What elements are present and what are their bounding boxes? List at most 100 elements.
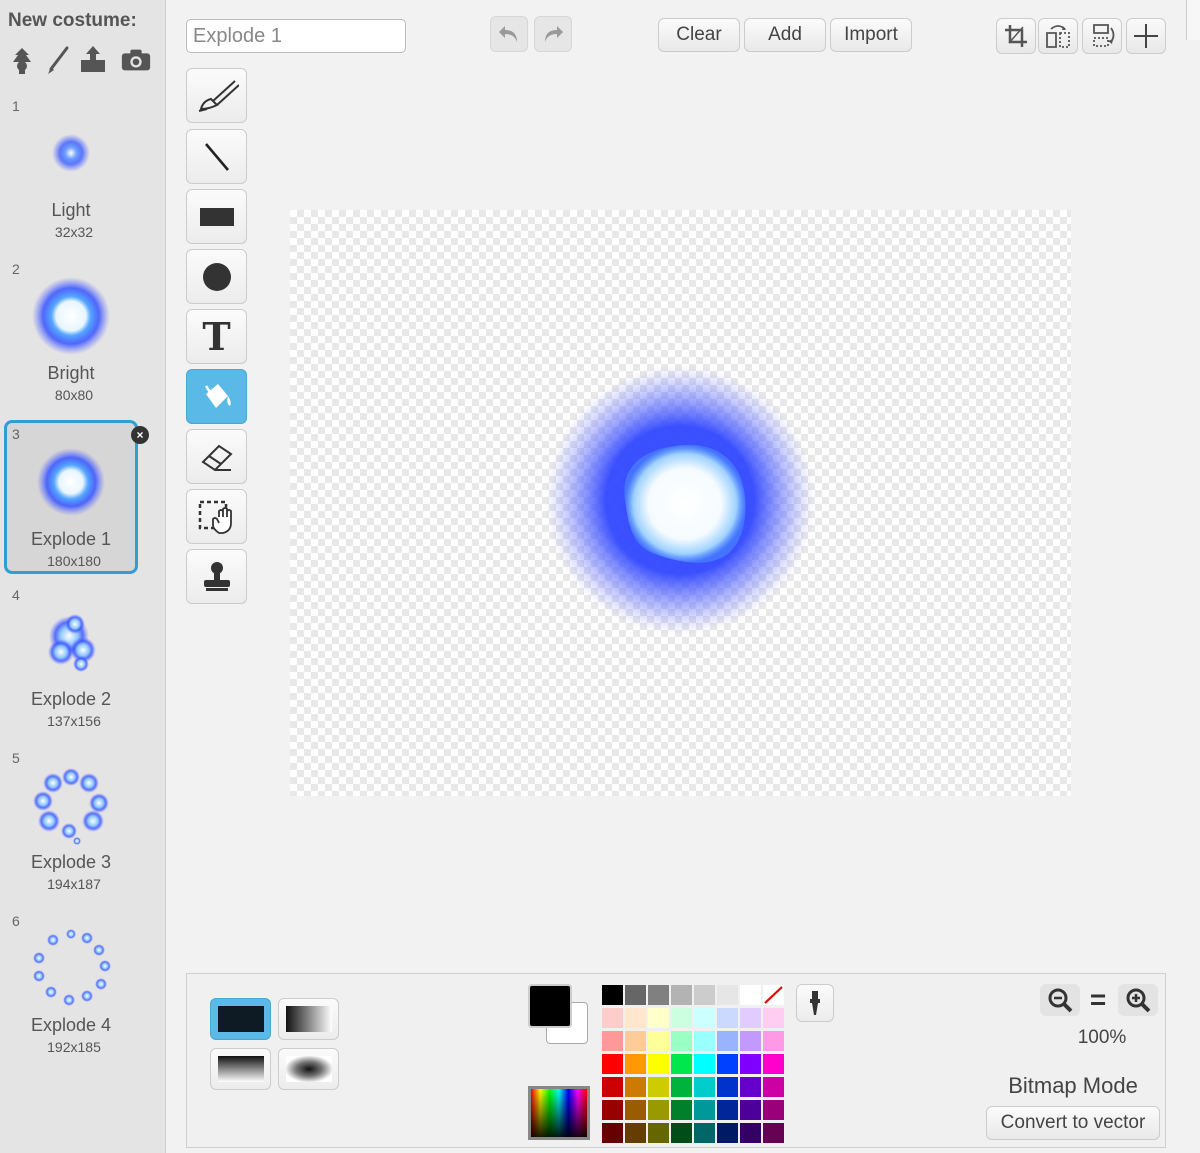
- costume-item-light[interactable]: 1 Light 32x32: [4, 98, 138, 254]
- palette-swatch[interactable]: [648, 1008, 669, 1028]
- costume-name-input[interactable]: [186, 19, 406, 53]
- palette-swatch[interactable]: [648, 985, 669, 1005]
- costume-item-explode-1[interactable]: 3 Explode 1 180x180: [4, 420, 138, 574]
- palette-swatch[interactable]: [694, 1123, 715, 1143]
- palette-swatch[interactable]: [694, 1100, 715, 1120]
- set-center-button[interactable]: [1126, 18, 1166, 54]
- palette-swatch[interactable]: [694, 985, 715, 1005]
- palette-swatch[interactable]: [671, 1008, 692, 1028]
- fill-solid-button[interactable]: [210, 998, 271, 1040]
- palette-swatch[interactable]: [671, 1031, 692, 1051]
- palette-swatch[interactable]: [717, 1008, 738, 1028]
- palette-swatch[interactable]: [763, 1031, 784, 1051]
- palette-swatch[interactable]: [602, 1031, 623, 1051]
- redo-button[interactable]: [534, 16, 572, 52]
- zoom-in-button[interactable]: [1118, 984, 1158, 1016]
- palette-swatch[interactable]: [625, 1031, 646, 1051]
- palette-swatch[interactable]: [694, 1031, 715, 1051]
- fill-radial-gradient-button[interactable]: [278, 1048, 339, 1090]
- palette-swatch[interactable]: [694, 1054, 715, 1074]
- sprite-library-icon[interactable]: [6, 44, 38, 76]
- palette-swatch[interactable]: [763, 1077, 784, 1097]
- palette-swatch[interactable]: [740, 1054, 761, 1074]
- palette-swatch[interactable]: [740, 985, 761, 1005]
- palette-swatch[interactable]: [717, 1031, 738, 1051]
- palette-swatch[interactable]: [648, 1031, 669, 1051]
- zoom-out-button[interactable]: [1040, 984, 1080, 1016]
- palette-swatch[interactable]: [602, 985, 623, 1005]
- add-button[interactable]: Add: [744, 18, 826, 52]
- color-picker-square[interactable]: [528, 1086, 590, 1140]
- palette-swatch[interactable]: [671, 1054, 692, 1074]
- costume-item-bright[interactable]: 2 Bright 80x80: [4, 261, 138, 417]
- palette-swatch[interactable]: [625, 1100, 646, 1120]
- palette-swatch[interactable]: [763, 1008, 784, 1028]
- eraser-tool-button[interactable]: [186, 429, 247, 484]
- camera-icon[interactable]: [120, 44, 152, 76]
- palette-swatch[interactable]: [717, 985, 738, 1005]
- convert-to-vector-button[interactable]: Convert to vector: [986, 1106, 1160, 1140]
- palette-swatch[interactable]: [763, 1100, 784, 1120]
- palette-swatch[interactable]: [740, 1100, 761, 1120]
- palette-swatch[interactable]: [671, 985, 692, 1005]
- upload-icon[interactable]: [77, 44, 109, 76]
- palette-swatch[interactable]: [717, 1054, 738, 1074]
- palette-swatch[interactable]: [625, 1008, 646, 1028]
- ellipse-tool-button[interactable]: [186, 249, 247, 304]
- costume-name: Explode 1: [30, 529, 112, 549]
- palette-swatch[interactable]: [694, 1008, 715, 1028]
- line-tool-button[interactable]: [186, 129, 247, 184]
- brush-tool-button[interactable]: [186, 68, 247, 123]
- palette-swatch[interactable]: [740, 1008, 761, 1028]
- delete-costume-icon[interactable]: ×: [131, 426, 149, 444]
- palette-swatch[interactable]: [740, 1077, 761, 1097]
- fill-tool-button[interactable]: [186, 369, 247, 424]
- fill-horizontal-gradient-button[interactable]: [278, 998, 339, 1040]
- palette-swatch[interactable]: [740, 1123, 761, 1143]
- eyedropper-button[interactable]: [796, 984, 834, 1022]
- palette-swatch[interactable]: [740, 1031, 761, 1051]
- palette-swatch[interactable]: [671, 1077, 692, 1097]
- palette-swatch[interactable]: [694, 1077, 715, 1097]
- palette-swatch[interactable]: [602, 1008, 623, 1028]
- costume-item-explode-3[interactable]: 5 Explode 3 194x187: [4, 750, 138, 906]
- color-palette: [602, 985, 784, 1145]
- palette-swatch[interactable]: [602, 1100, 623, 1120]
- clear-button[interactable]: Clear: [658, 18, 740, 52]
- palette-swatch[interactable]: [763, 1123, 784, 1143]
- flip-vertical-button[interactable]: [1082, 18, 1122, 54]
- flip-horizontal-button[interactable]: [1038, 18, 1078, 54]
- primary-color-swatch[interactable]: [528, 984, 572, 1028]
- text-tool-button[interactable]: T: [186, 309, 247, 364]
- palette-swatch[interactable]: [648, 1054, 669, 1074]
- rectangle-tool-button[interactable]: [186, 189, 247, 244]
- palette-swatch[interactable]: [602, 1123, 623, 1143]
- costume-item-explode-4[interactable]: 6 Explode 4 192x185: [4, 913, 138, 1069]
- palette-swatch[interactable]: [602, 1054, 623, 1074]
- palette-swatch[interactable]: [625, 1123, 646, 1143]
- crop-button[interactable]: [996, 18, 1036, 54]
- select-tool-button[interactable]: [186, 489, 247, 544]
- paint-brush-icon[interactable]: [42, 44, 74, 76]
- palette-swatch[interactable]: [648, 1123, 669, 1143]
- palette-swatch[interactable]: [717, 1123, 738, 1143]
- undo-button[interactable]: [490, 16, 528, 52]
- palette-swatch[interactable]: [625, 1054, 646, 1074]
- palette-swatch[interactable]: [602, 1077, 623, 1097]
- palette-swatch[interactable]: [648, 1077, 669, 1097]
- palette-swatch[interactable]: [717, 1077, 738, 1097]
- stamp-tool-button[interactable]: [186, 549, 247, 604]
- palette-swatch[interactable]: [671, 1100, 692, 1120]
- palette-swatch[interactable]: [717, 1100, 738, 1120]
- transparent-swatch[interactable]: [763, 985, 784, 1005]
- palette-swatch[interactable]: [625, 1077, 646, 1097]
- paint-canvas[interactable]: [290, 210, 1071, 796]
- palette-swatch[interactable]: [671, 1123, 692, 1143]
- zoom-reset-button[interactable]: =: [1080, 984, 1116, 1016]
- import-button[interactable]: Import: [830, 18, 912, 52]
- fill-vertical-gradient-button[interactable]: [210, 1048, 271, 1090]
- palette-swatch[interactable]: [763, 1054, 784, 1074]
- palette-swatch[interactable]: [625, 985, 646, 1005]
- palette-swatch[interactable]: [648, 1100, 669, 1120]
- costume-item-explode-2[interactable]: 4 Explode 2 137x156: [4, 587, 138, 743]
